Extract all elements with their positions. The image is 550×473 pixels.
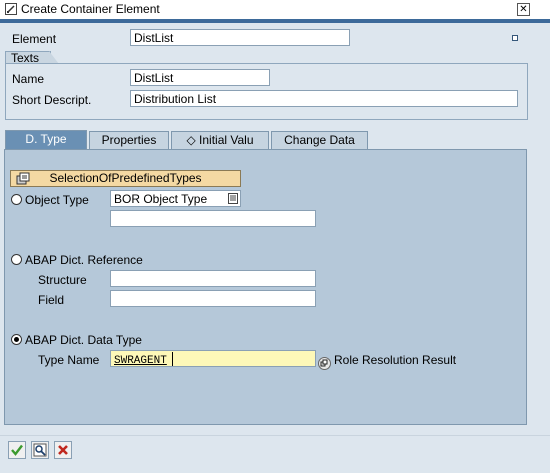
role-resolution-icon[interactable]	[318, 357, 331, 370]
object-type-value: BOR Object Type	[114, 192, 208, 206]
short-description-field[interactable]: Distribution List	[130, 90, 518, 107]
title-separator	[0, 19, 550, 23]
predefined-types-label: SelectionOfPredefinedTypes	[49, 171, 202, 185]
role-resolution-label: Role Resolution Result	[334, 353, 457, 367]
text-cursor	[171, 352, 173, 366]
tab-change-data[interactable]: Change Data	[271, 131, 368, 149]
element-label: Element	[12, 32, 57, 46]
tab-initial-value[interactable]: ◇ Initial Valu	[171, 131, 269, 149]
cancel-icon	[58, 445, 68, 455]
tab-d-type[interactable]: D. Type	[5, 130, 87, 150]
window-title: Create Container Element	[21, 2, 160, 16]
close-button[interactable]: ✕	[517, 3, 530, 16]
element-field[interactable]: DistList	[130, 29, 350, 46]
type-name-value: SWRAGENT	[114, 355, 167, 367]
title-bar: Create Container Element ✕	[0, 0, 550, 20]
abap-dict-reference-radio[interactable]	[11, 254, 22, 265]
name-label: Name	[12, 72, 45, 86]
abap-dict-reference-label: ABAP Dict. Reference	[25, 253, 143, 267]
search-icon	[33, 443, 47, 457]
role-resolution-glyph-icon	[320, 359, 328, 367]
type-name-label: Type Name	[38, 353, 100, 367]
predefined-types-icon	[16, 172, 30, 185]
type-name-field[interactable]: SWRAGENT	[110, 350, 316, 367]
name-field[interactable]: DistList	[130, 69, 270, 86]
field-field[interactable]	[110, 290, 316, 307]
abap-dict-data-type-label: ABAP Dict. Data Type	[25, 333, 142, 347]
object-type-label: Object Type	[25, 193, 89, 207]
object-type-select[interactable]: BOR Object Type	[110, 190, 241, 207]
tab-panel-d-type	[4, 149, 527, 425]
field-label: Field	[38, 293, 65, 307]
confirm-button[interactable]	[8, 441, 26, 459]
structure-field[interactable]	[110, 270, 316, 287]
window-edit-icon	[5, 3, 17, 15]
bottom-toolbar	[0, 435, 550, 473]
object-type-extra-field[interactable]	[110, 210, 316, 227]
expand-indicator-icon[interactable]	[512, 35, 518, 41]
checkmark-icon	[11, 444, 23, 456]
selection-predefined-types-button[interactable]: SelectionOfPredefinedTypes	[10, 170, 241, 187]
object-type-radio[interactable]	[11, 194, 22, 205]
structure-label: Structure	[38, 273, 87, 287]
cancel-button[interactable]	[54, 441, 72, 459]
tab-properties[interactable]: Properties	[89, 131, 169, 149]
abap-dict-data-type-radio[interactable]	[11, 334, 22, 345]
short-description-label: Short Descript.	[12, 93, 92, 107]
dropdown-list-icon[interactable]	[228, 193, 238, 204]
search-button[interactable]	[31, 441, 49, 459]
